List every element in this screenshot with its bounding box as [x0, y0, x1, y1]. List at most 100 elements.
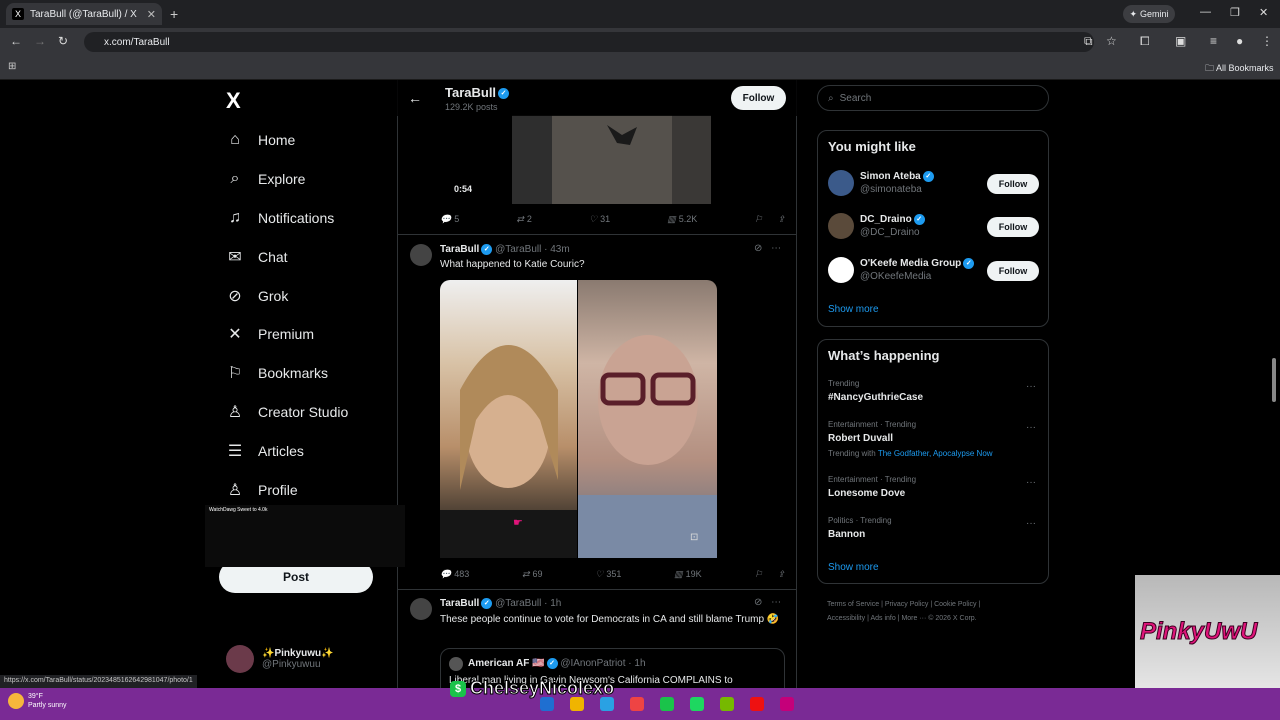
- show-more-trends-link[interactable]: Show more: [828, 562, 879, 573]
- tweet-image-left[interactable]: [440, 280, 577, 558]
- kebab-menu-icon[interactable]: ⋮: [1261, 34, 1273, 48]
- close-window-icon[interactable]: ✕: [1259, 6, 1268, 19]
- new-tab-button[interactable]: +: [170, 6, 178, 22]
- scrollbar[interactable]: [1272, 358, 1276, 402]
- footer-line-1[interactable]: Terms of Service | Privacy Policy | Cook…: [827, 598, 1049, 612]
- x-logo-icon[interactable]: X: [226, 88, 241, 114]
- taskbar-app-icon[interactable]: [690, 697, 704, 711]
- taskbar-app-icon[interactable]: [780, 697, 794, 711]
- grok-icon[interactable]: ⊘ ⋯: [754, 243, 781, 254]
- x-premium-icon: ✕: [228, 326, 242, 343]
- taskbar-app-icon[interactable]: [720, 697, 734, 711]
- show-more-link[interactable]: Show more: [828, 304, 879, 315]
- like-button[interactable]: ♡ 31: [589, 212, 610, 226]
- sidebar-item-premium[interactable]: ✕ Premium: [226, 322, 314, 346]
- repost-button[interactable]: ⇄ 2: [516, 212, 532, 226]
- all-bookmarks-link[interactable]: 🗀 All Bookmarks: [1205, 61, 1274, 77]
- suggestion-name-text: Simon Ateba: [860, 171, 921, 183]
- apps-grid-icon[interactable]: ⊞: [8, 61, 16, 72]
- sidebar-item-profile[interactable]: ♙ Profile: [226, 478, 298, 502]
- gemini-button[interactable]: ✦ Gemini: [1123, 5, 1175, 23]
- star-icon[interactable]: ☆: [1106, 34, 1117, 48]
- reply-button[interactable]: 💬 483: [440, 567, 469, 581]
- minimize-icon[interactable]: —: [1200, 6, 1211, 18]
- sidebar-item-label: Grok: [258, 288, 289, 304]
- close-tab-icon[interactable]: ✕: [147, 8, 156, 21]
- account-switcher[interactable]: ✨Pinkyuwu✨ @Pinkyuwuu: [226, 645, 334, 673]
- grok-icon[interactable]: ⊘ ⋯: [754, 597, 781, 608]
- weather-widget[interactable]: 39°F Partly sunny: [8, 692, 67, 710]
- taskbar-app-icon[interactable]: [750, 697, 764, 711]
- taskbar-app-icon[interactable]: [600, 697, 614, 711]
- footer-line-2[interactable]: Accessibility | Ads info | More ··· © 20…: [827, 612, 1049, 626]
- avatar[interactable]: [828, 170, 854, 196]
- sidebar-item-articles[interactable]: ☰ Articles: [226, 439, 304, 463]
- forward-arrow-icon[interactable]: →: [34, 34, 46, 48]
- tweet-author[interactable]: TaraBull ✓ @TaraBull · 43m: [440, 244, 570, 255]
- taskbar-app-icon[interactable]: [570, 697, 584, 711]
- tweet-image-right[interactable]: ⊡: [578, 280, 717, 558]
- views-button[interactable]: ▥ 5.2K: [667, 212, 697, 226]
- bookmark-button[interactable]: ⚐ ⇪: [754, 212, 785, 226]
- trend-name[interactable]: Bannon: [828, 529, 865, 540]
- share-icon[interactable]: ⇪: [777, 214, 785, 225]
- quote-handle: @IAnonPatriot: [560, 658, 626, 670]
- sidepanel-icon[interactable]: ▣: [1175, 34, 1186, 48]
- mouse-cursor-icon: ☛: [513, 517, 523, 529]
- grok-icon: ⊘: [228, 288, 242, 305]
- install-app-icon[interactable]: ⧉: [1084, 34, 1093, 49]
- browser-tab[interactable]: X TaraBull (@TaraBull) / X ✕: [6, 3, 162, 25]
- trend-name[interactable]: Robert Duvall: [828, 433, 893, 444]
- sidebar-item-bookmarks[interactable]: ⚐ Bookmarks: [226, 361, 328, 385]
- taskbar-app-icon[interactable]: [660, 697, 674, 711]
- back-arrow-icon[interactable]: ←: [408, 90, 422, 106]
- video-thumbnail[interactable]: [512, 115, 711, 204]
- trend-related-links[interactable]: The Godfather, Apocalypse Now: [878, 449, 993, 458]
- suggestion-name[interactable]: O'Keefe Media Group ✓: [860, 258, 975, 269]
- sidebar-item-home[interactable]: ⌂ Home: [226, 128, 295, 152]
- avatar[interactable]: [828, 213, 854, 239]
- follow-button[interactable]: Follow: [987, 217, 1039, 237]
- profile-avatar-icon[interactable]: ●: [1236, 34, 1243, 48]
- media-icon[interactable]: ≡: [1210, 34, 1217, 48]
- avatar[interactable]: [410, 598, 432, 620]
- trend-name[interactable]: #NancyGuthrieCase: [828, 392, 923, 403]
- sidebar-item-grok[interactable]: ⊘ Grok: [226, 284, 288, 308]
- suggestion-name[interactable]: Simon Ateba ✓: [860, 171, 934, 182]
- footer-links[interactable]: Terms of Service | Privacy Policy | Cook…: [827, 598, 1049, 626]
- sidebar-item-chat[interactable]: ✉ Chat: [226, 245, 287, 269]
- more-options-icon[interactable]: ···: [1026, 422, 1036, 433]
- suggestion-name[interactable]: DC_Draino ✓: [860, 214, 925, 225]
- more-options-icon[interactable]: ···: [1026, 477, 1036, 488]
- reply-button[interactable]: 💬 5: [440, 212, 459, 226]
- avatar[interactable]: [828, 257, 854, 283]
- search-input[interactable]: ⌕ Search: [817, 85, 1049, 111]
- url-field[interactable]: x.com/TaraBull: [84, 32, 1094, 52]
- repost-button[interactable]: ⇄ 69: [522, 567, 543, 581]
- sidebar-item-notifications[interactable]: ♫ Notifications: [226, 206, 334, 230]
- bookmark-button[interactable]: ⚐ ⇪: [754, 567, 785, 581]
- avatar[interactable]: [410, 244, 432, 266]
- taskbar-app-icon[interactable]: [540, 697, 554, 711]
- more-options-icon[interactable]: ⋯: [771, 243, 781, 254]
- share-icon[interactable]: ⇪: [777, 569, 785, 580]
- like-button[interactable]: ♡ 351: [595, 567, 621, 581]
- extensions-icon[interactable]: ⧠: [1140, 34, 1150, 49]
- image-edit-icon[interactable]: ⊡: [690, 532, 698, 543]
- more-options-icon[interactable]: ···: [1026, 518, 1036, 529]
- reload-icon[interactable]: ↻: [58, 34, 68, 48]
- back-arrow-icon[interactable]: ←: [10, 34, 22, 48]
- more-options-icon[interactable]: ⋯: [771, 597, 781, 608]
- sidebar-item-creator-studio[interactable]: ♙ Creator Studio: [226, 400, 348, 424]
- taskbar-app-icon[interactable]: [630, 697, 644, 711]
- trend-name[interactable]: Lonesome Dove: [828, 488, 905, 499]
- more-options-icon[interactable]: ···: [1026, 381, 1036, 392]
- follow-button[interactable]: Follow: [731, 86, 786, 110]
- follow-button[interactable]: Follow: [987, 174, 1039, 194]
- views-button[interactable]: ▥ 19K: [674, 567, 702, 581]
- tweet-author[interactable]: TaraBull ✓ @TaraBull · 1h: [440, 598, 561, 609]
- profile-name: TaraBull ✓: [445, 85, 510, 100]
- sidebar-item-explore[interactable]: ⌕ Explore: [226, 167, 306, 191]
- maximize-icon[interactable]: ❐: [1230, 6, 1240, 19]
- follow-button[interactable]: Follow: [987, 261, 1039, 281]
